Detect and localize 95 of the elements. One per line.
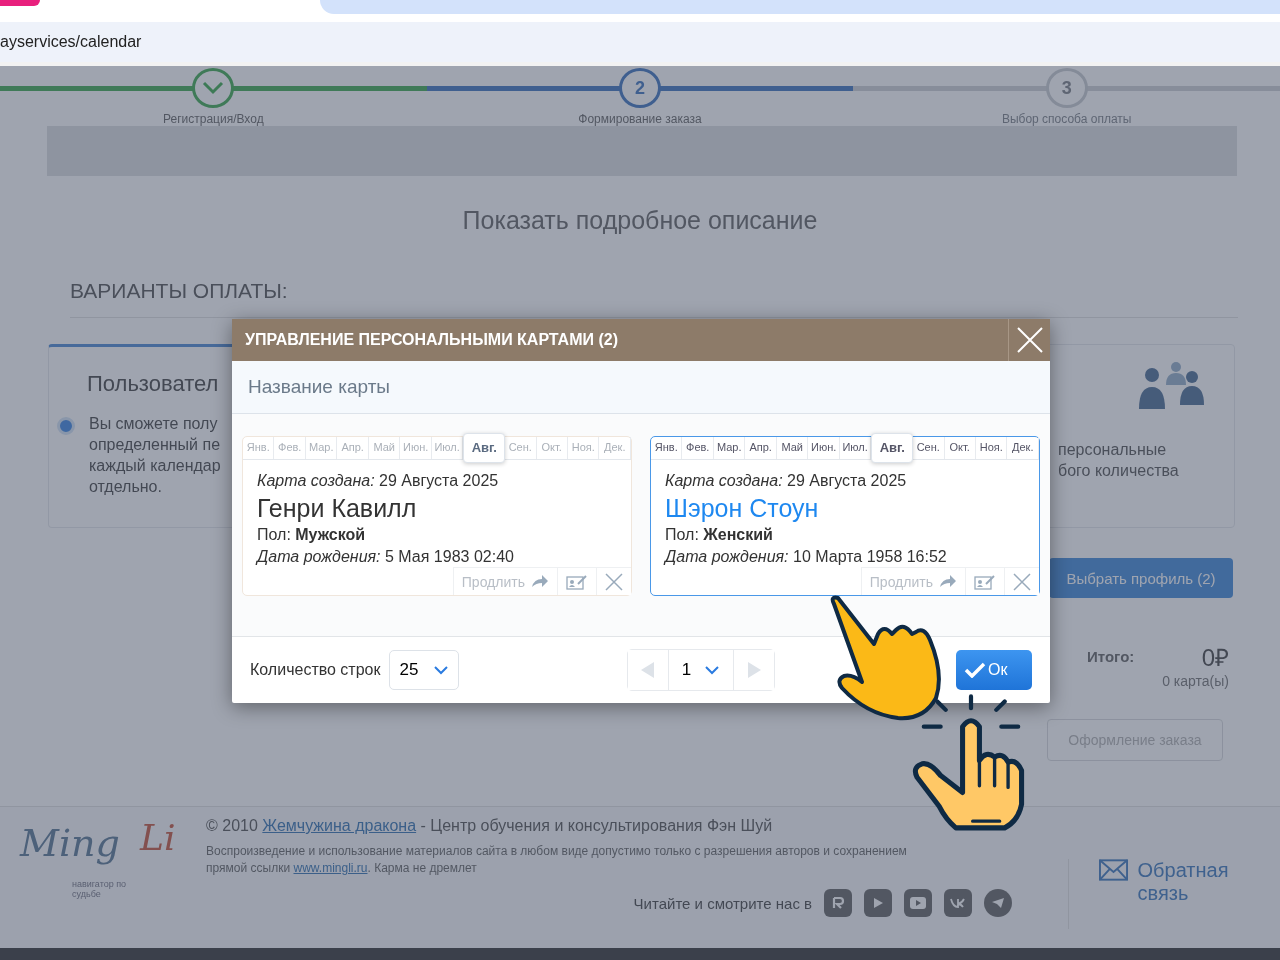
section-title: ВАРИАНТЫ ОПЛАТЫ:	[70, 279, 1238, 318]
play-icon[interactable]	[864, 889, 893, 917]
feedback-text: Обратная связь	[1137, 859, 1230, 905]
social-label: Читайте и смотрите нас в	[633, 894, 813, 912]
edit-button[interactable]	[557, 567, 596, 595]
month-tab[interactable]: Фев.	[682, 437, 714, 459]
copyright-link[interactable]: Жемчужина дракона	[262, 817, 417, 834]
birth-date: Дата рождения: 10 Марта 1958 16:52	[665, 547, 948, 567]
option-text: отдельно.	[89, 477, 162, 497]
month-tab[interactable]: Май	[368, 437, 401, 459]
page-select[interactable]: 1	[667, 650, 734, 690]
delete-button[interactable]	[1004, 567, 1039, 595]
month-tab[interactable]: Окт.	[944, 437, 976, 459]
month-tab[interactable]: Июн.	[400, 437, 432, 459]
month-tab[interactable]: Май	[776, 437, 809, 459]
profile-card[interactable]: Янв. Фев. Мар. Апр. Май Июн. Июл. Авг. Сен. Окт. Ноя. Дек. Карта создана: 29 Августа 2025 Шэрон Стоун Пол: Женский Дата рождения: 10 Марта 1958 16:52 Продлить	[650, 436, 1040, 596]
month-tab[interactable]: Янв.	[651, 437, 683, 459]
triangle-left-icon	[640, 662, 655, 678]
rows-select[interactable]: 25	[388, 650, 459, 690]
month-tab[interactable]: Ноя.	[568, 437, 600, 459]
address-bar[interactable]: ayservices/calendar	[0, 22, 1280, 62]
step-label: Регистрация/Вход	[163, 112, 264, 126]
step-circle: 2	[619, 68, 661, 108]
radio-button[interactable]	[57, 417, 75, 435]
share-arrow-icon	[939, 575, 957, 588]
logo-text: Li	[140, 817, 176, 858]
card-count: 0 карта(ы)	[1162, 673, 1229, 689]
month-tab[interactable]: Апр.	[337, 437, 369, 459]
close-icon	[1016, 327, 1043, 353]
month-tab[interactable]: Фев.	[274, 437, 306, 459]
share-arrow-icon	[531, 575, 549, 588]
rows-label: Количество строк	[250, 661, 381, 679]
step-label: Выбор способа оплаты	[1001, 112, 1132, 126]
created-date: Карта создана: 29 Августа 2025	[665, 471, 908, 491]
details-link[interactable]: Показать подробное описание	[0, 206, 1280, 235]
option-text: персональные	[1058, 440, 1167, 460]
month-tab[interactable]: Авг.	[871, 433, 914, 463]
option-text: определенный пе	[89, 435, 221, 455]
total-label: Итого:	[1087, 648, 1135, 665]
edit-card-icon	[566, 573, 588, 590]
month-tab[interactable]: Дек.	[1007, 437, 1039, 459]
dialog-title: УПРАВЛЕНИЕ ПЕРСОНАЛЬНЫМИ КАРТАМИ (2)	[245, 331, 618, 349]
step-label: Формирование заказа	[578, 112, 702, 126]
step-circle: 3	[1045, 68, 1088, 108]
month-tab[interactable]: Окт.	[536, 437, 568, 459]
extend-button[interactable]: Продлить	[452, 567, 557, 595]
logo-tagline: навигатор по судьбе	[72, 879, 128, 899]
month-tab[interactable]: Янв.	[243, 437, 275, 459]
choose-profile-button[interactable]: Выбрать профиль (2)	[1049, 558, 1233, 598]
edit-button[interactable]	[965, 567, 1004, 595]
option-title: Пользовател	[87, 371, 219, 397]
option-text: бого количества	[1058, 461, 1179, 481]
birth-date: Дата рождения: 5 Мая 1983 02:40	[257, 547, 515, 567]
month-tab[interactable]: Июн.	[808, 437, 840, 459]
logo-text: Ming	[20, 821, 120, 865]
month-tab[interactable]: Мар.	[713, 437, 746, 459]
created-date: Карта создана: 29 Августа 2025	[257, 471, 500, 491]
notice-text: Воспроизведение и использование материалов сайта в любом виде допустимо только с разрешения авторов и сохранением прямой ссылки www.mingli.ru. Карма не дремлет	[206, 843, 908, 877]
envelope-icon	[1098, 859, 1128, 881]
feedback-link[interactable]: Обратная связь	[1067, 859, 1280, 929]
month-tab[interactable]: Мар.	[305, 437, 338, 459]
telegram-icon[interactable]	[984, 889, 1013, 917]
edit-card-icon	[974, 573, 996, 590]
site-link[interactable]: www.mingli.ru	[293, 861, 368, 875]
gender-text: Пол: Мужской	[257, 525, 367, 545]
delete-button[interactable]	[596, 567, 631, 595]
close-icon	[605, 572, 623, 591]
gender-text: Пол: Женский	[665, 525, 774, 545]
extend-button[interactable]: Продлить	[860, 567, 965, 595]
copyright-text: © 2010 Жемчужина дракона - Центр обучения и консультирования Фэн Шуй	[206, 817, 774, 835]
browser-tab[interactable]	[0, 0, 40, 6]
option-text: Вы сможете полу	[89, 414, 218, 434]
total-value: 0₽	[1201, 643, 1229, 673]
check-icon	[964, 662, 986, 678]
profile-name[interactable]: Генри Кавилл	[257, 492, 617, 524]
video-icon[interactable]	[904, 889, 933, 917]
people-icon	[1138, 361, 1204, 411]
month-tab[interactable]: Сен.	[913, 437, 945, 459]
month-tab[interactable]: Апр.	[745, 437, 777, 459]
profile-name[interactable]: Шэрон Стоун	[665, 492, 1025, 524]
month-tab[interactable]: Авг.	[463, 433, 506, 463]
chevron-icon	[202, 81, 225, 95]
vk-icon[interactable]	[944, 889, 973, 917]
close-icon	[1013, 572, 1031, 591]
chevron-down-icon	[705, 665, 720, 675]
option-text: каждый календар	[89, 456, 221, 476]
month-tab[interactable]: Ноя.	[976, 437, 1008, 459]
chevron-down-icon	[433, 665, 448, 675]
search-field[interactable]: Название карты	[232, 361, 1050, 413]
month-tab[interactable]: Дек.	[599, 437, 631, 459]
profile-card[interactable]: Янв. Фев. Мар. Апр. Май Июн. Июл. Авг. Сен. Окт. Ноя. Дек. Карта создана: 29 Августа 2025 Генри Кавилл Пол: Мужской Дата рождения: 5 Мая 1983 02:40 Продлить	[242, 436, 632, 596]
month-tab[interactable]: Сен.	[505, 437, 537, 459]
rutube-icon[interactable]	[824, 889, 853, 917]
triangle-right-icon	[746, 662, 761, 678]
ok-button[interactable]: Ок	[956, 650, 1032, 690]
